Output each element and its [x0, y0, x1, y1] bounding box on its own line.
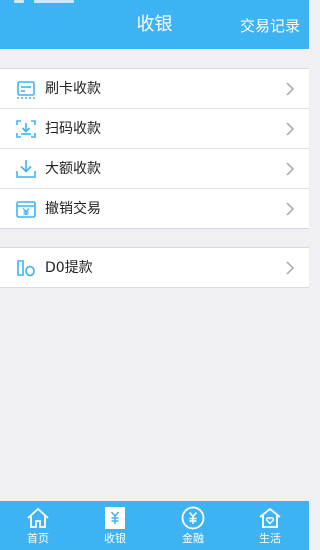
chevron-right-icon: [286, 261, 294, 275]
tab-label: 金融: [182, 532, 204, 545]
home-icon: [27, 507, 49, 528]
card-swipe-icon: [17, 81, 35, 99]
menu-item-label: 扫码收款: [45, 121, 101, 137]
tab-cashier[interactable]: 收银: [85, 501, 145, 550]
d0-icon: [17, 260, 35, 277]
withdraw-menu: D0提款: [0, 247, 309, 288]
status-bar-remnant: [14, 0, 94, 4]
chevron-right-icon: [286, 122, 294, 136]
revoke-icon: [16, 201, 36, 218]
tab-life[interactable]: 生活: [240, 501, 300, 550]
menu-item-label: 大额收款: [45, 161, 101, 177]
finance-icon: [181, 506, 205, 530]
life-icon: [259, 507, 281, 528]
tab-label: 生活: [259, 532, 281, 545]
menu-item-scan-payment[interactable]: 扫码收款: [0, 109, 309, 149]
chevron-right-icon: [286, 202, 294, 216]
tab-finance[interactable]: 金融: [163, 501, 223, 550]
menu-item-card-payment[interactable]: 刷卡收款: [0, 69, 309, 109]
menu-item-large-payment[interactable]: 大额收款: [0, 149, 309, 189]
transaction-history-link[interactable]: 交易记录: [240, 16, 300, 36]
chevron-right-icon: [286, 82, 294, 96]
scan-icon: [16, 120, 36, 138]
tab-home[interactable]: 首页: [8, 501, 68, 550]
payment-menu: 刷卡收款 扫码收款 大额收款 撤销交易: [0, 68, 309, 229]
header-bar: 收银 交易记录: [0, 0, 309, 49]
tab-label: 收银: [104, 532, 126, 545]
menu-item-label: 刷卡收款: [45, 81, 101, 97]
cashier-icon: [105, 507, 125, 529]
tab-label: 首页: [27, 532, 49, 545]
menu-item-label: D0提款: [45, 260, 93, 276]
menu-item-label: 撤销交易: [45, 201, 101, 217]
menu-item-d0-withdraw[interactable]: D0提款: [0, 248, 309, 287]
download-icon: [16, 160, 36, 178]
menu-item-revoke-transaction[interactable]: 撤销交易: [0, 189, 309, 228]
chevron-right-icon: [286, 162, 294, 176]
bottom-tab-bar: 首页 收银 金融 生活: [0, 501, 309, 550]
